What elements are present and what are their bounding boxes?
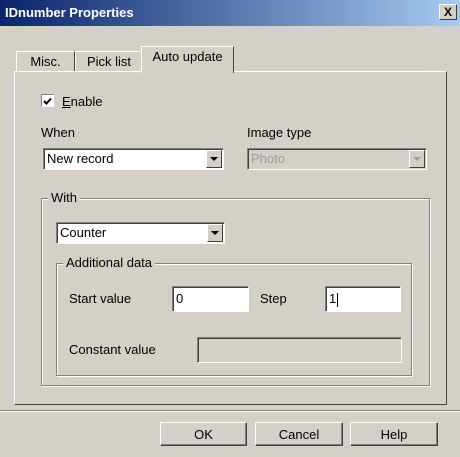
tab-pick-list-label: Pick list [86,54,132,69]
when-dropdown-button[interactable] [206,150,222,168]
start-value-input[interactable]: 0 [172,286,249,312]
step-label: Step [260,291,287,306]
image-type-dropdown[interactable]: Photo [247,148,427,170]
constant-value-label: Constant value [69,342,156,357]
with-dropdown-button[interactable] [207,224,223,242]
start-value-label: Start value [69,291,132,306]
with-group: With Counter Additional data Start value… [41,190,430,386]
step-value-text: 1 [329,291,337,306]
close-icon: X [443,5,452,19]
with-group-label: With [48,190,80,205]
enable-checkbox[interactable] [41,94,54,107]
enable-label: Enable [62,94,103,109]
tab-auto-update-label: Auto update [152,49,223,64]
help-button[interactable]: Help [350,422,438,446]
close-button[interactable]: X [439,4,457,20]
cancel-label: Cancel [278,427,320,442]
tab-auto-update[interactable]: Auto update [141,46,234,73]
text-cursor [337,292,339,307]
tab-misc[interactable]: Misc. [16,51,75,72]
when-label: When [41,125,75,140]
tab-panel: Enable When New record Image type Photo … [14,71,447,405]
tab-pick-list[interactable]: Pick list [75,51,143,72]
tab-misc-label: Misc. [30,54,61,69]
step-input[interactable]: 1 [325,286,401,312]
additional-data-label: Additional data [63,255,156,270]
when-dropdown[interactable]: New record [43,148,224,170]
chevron-down-icon [210,157,218,161]
image-type-dropdown-button[interactable] [409,150,425,168]
when-value: New record [47,151,114,166]
title-bar: IDnumber Properties X [0,0,460,26]
help-label: Help [380,427,408,442]
check-icon [43,97,52,105]
image-type-label: Image type [247,125,312,140]
chevron-down-icon [413,157,421,161]
window-title: IDnumber Properties [5,5,134,20]
cancel-button[interactable]: Cancel [255,422,343,446]
separator [0,410,460,412]
additional-data-group: Additional data Start value 0 Step 1 Con… [56,255,412,376]
with-dropdown[interactable]: Counter [56,222,225,244]
image-type-value: Photo [251,151,285,166]
constant-value-input[interactable] [197,337,402,363]
ok-label: OK [194,427,213,442]
start-value-text: 0 [176,291,184,306]
chevron-down-icon [211,231,219,235]
with-value: Counter [60,225,107,240]
ok-button[interactable]: OK [160,422,247,446]
